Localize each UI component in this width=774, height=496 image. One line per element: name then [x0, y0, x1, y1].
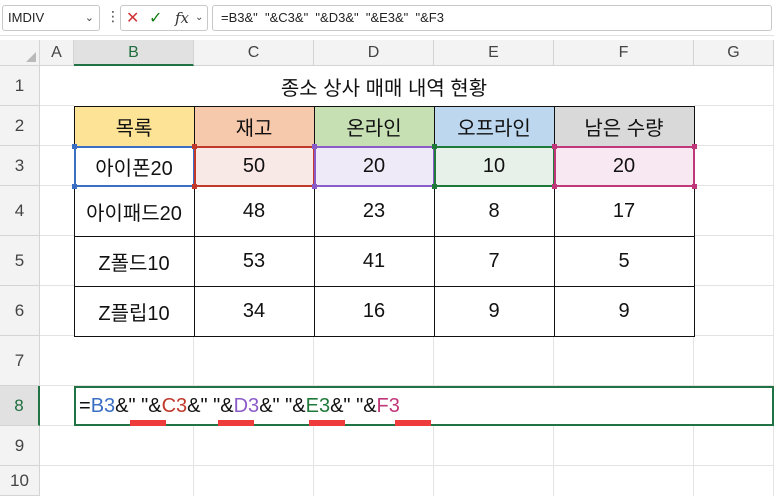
- column-header-c[interactable]: C: [194, 40, 314, 66]
- table-cell[interactable]: 아이패드20: [74, 186, 194, 236]
- table-header-cell: 목록: [74, 106, 194, 146]
- table-cell[interactable]: 20: [314, 146, 434, 186]
- table-cell[interactable]: Z폴드10: [74, 236, 194, 286]
- formula-controls: ✕ ✓ fx ⌄: [120, 5, 208, 31]
- table-cell[interactable]: 20: [554, 146, 694, 186]
- reference-handle[interactable]: [312, 184, 317, 189]
- reference-handle[interactable]: [432, 184, 437, 189]
- column-header-d[interactable]: D: [314, 40, 434, 66]
- table-header-cell: 온라인: [314, 106, 434, 146]
- row-header-1[interactable]: 1: [0, 66, 40, 106]
- table-cell[interactable]: 53: [194, 236, 314, 286]
- formula-operator: =: [79, 394, 91, 417]
- separator-underline: [218, 420, 254, 426]
- separator-underline: [309, 420, 345, 426]
- table-cell[interactable]: Z플립10: [74, 286, 194, 336]
- column-header-f[interactable]: F: [554, 40, 694, 66]
- name-box-value: IMDIV: [8, 10, 45, 25]
- reference-handle[interactable]: [552, 184, 557, 189]
- formula-input[interactable]: =B3&" "&C3&" "&D3&" "&E3&" "&F3: [212, 5, 772, 31]
- formula-operator: &" "&: [115, 394, 162, 417]
- table-cell[interactable]: 48: [194, 186, 314, 236]
- table-header-cell: 남은 수량: [554, 106, 694, 146]
- table-cell[interactable]: 7: [434, 236, 554, 286]
- reference-handle[interactable]: [552, 144, 557, 149]
- formula-reference: B3: [90, 394, 116, 417]
- table-cell[interactable]: 50: [194, 146, 314, 186]
- reference-handle[interactable]: [432, 144, 437, 149]
- reference-handle[interactable]: [692, 144, 697, 149]
- table-header-cell: 오프라인: [434, 106, 554, 146]
- table-cell[interactable]: 34: [194, 286, 314, 336]
- formula-operator: &" "&: [187, 394, 234, 417]
- table-cell[interactable]: 16: [314, 286, 434, 336]
- table-title: 종소 상사 매매 내역 현황: [74, 66, 694, 106]
- formula-reference: C3: [161, 394, 188, 417]
- table-cell[interactable]: 아이폰20: [74, 146, 194, 186]
- fx-icon[interactable]: fx: [175, 9, 189, 27]
- reference-handle[interactable]: [692, 184, 697, 189]
- row-header-8[interactable]: 8: [0, 386, 40, 426]
- reference-handle[interactable]: [312, 144, 317, 149]
- separator-underline: [395, 420, 431, 426]
- column-header-g[interactable]: G: [694, 40, 774, 66]
- row-header-5[interactable]: 5: [0, 236, 40, 286]
- row-header-2[interactable]: 2: [0, 106, 40, 146]
- chevron-down-icon[interactable]: ⌄: [85, 6, 94, 30]
- chevron-down-icon[interactable]: ⌄: [195, 12, 203, 23]
- separator-underline: [130, 420, 166, 426]
- x-icon[interactable]: ✕: [126, 8, 139, 28]
- select-all-corner[interactable]: [0, 40, 40, 66]
- table-cell[interactable]: 9: [434, 286, 554, 336]
- table-cell[interactable]: 9: [554, 286, 694, 336]
- table-cell[interactable]: 5: [554, 236, 694, 286]
- formula-operator: &" "&: [330, 394, 377, 417]
- formula-operator: &" "&: [259, 394, 306, 417]
- formula-bar: IMDIV ⌄ ⋮ ✕ ✓ fx ⌄ =B3&" "&C3&" "&D3&" "…: [0, 0, 774, 36]
- row-header-10[interactable]: 10: [0, 466, 40, 496]
- check-icon[interactable]: ✓: [149, 8, 162, 28]
- reference-handle[interactable]: [72, 144, 77, 149]
- table-header-cell: 재고: [194, 106, 314, 146]
- column-header-a[interactable]: A: [40, 40, 74, 66]
- row-header-6[interactable]: 6: [0, 286, 40, 336]
- row-header-9[interactable]: 9: [0, 426, 40, 466]
- reference-handle[interactable]: [192, 144, 197, 149]
- formula-reference: D3: [233, 394, 260, 417]
- more-options-icon[interactable]: ⋮: [106, 8, 120, 25]
- formula-reference: F3: [376, 394, 400, 417]
- row-header-4[interactable]: 4: [0, 186, 40, 236]
- table-cell[interactable]: 10: [434, 146, 554, 186]
- table-cell[interactable]: 41: [314, 236, 434, 286]
- reference-handle[interactable]: [192, 184, 197, 189]
- column-header-b[interactable]: B: [74, 40, 194, 66]
- name-box[interactable]: IMDIV ⌄: [2, 5, 100, 31]
- table-cell[interactable]: 8: [434, 186, 554, 236]
- formula-reference: E3: [305, 394, 331, 417]
- row-header-3[interactable]: 3: [0, 146, 40, 186]
- table-cell[interactable]: 23: [314, 186, 434, 236]
- table-cell[interactable]: 17: [554, 186, 694, 236]
- reference-handle[interactable]: [72, 184, 77, 189]
- column-header-e[interactable]: E: [434, 40, 554, 66]
- row-header-7[interactable]: 7: [0, 336, 40, 386]
- gridline: [40, 465, 774, 466]
